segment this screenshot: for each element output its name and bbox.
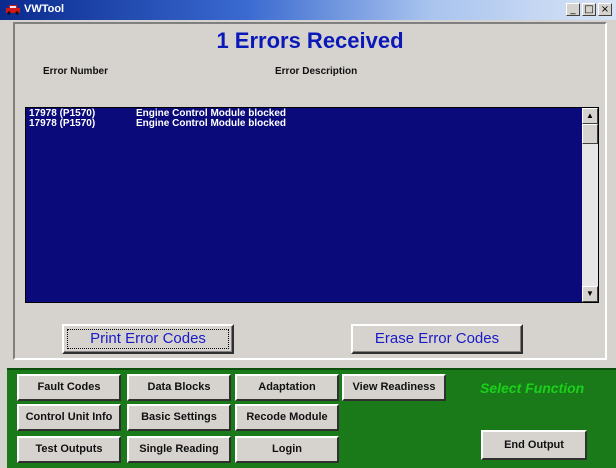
list-item[interactable]: 17978 (P1570) Engine Control Module bloc… xyxy=(29,119,286,129)
error-list[interactable]: 17978 (P1570) Engine Control Module bloc… xyxy=(25,107,599,303)
car-icon xyxy=(6,5,20,15)
title-bar: VWTool _ □ × xyxy=(0,0,616,20)
login-button[interactable]: Login xyxy=(235,436,339,463)
window-title: VWTool xyxy=(24,3,65,15)
error-description: Engine Control Module blocked xyxy=(136,118,286,129)
close-button[interactable]: × xyxy=(598,3,612,16)
select-function-label: Select Function xyxy=(480,380,585,396)
control-unit-info-button[interactable]: Control Unit Info xyxy=(17,404,121,431)
recode-module-button[interactable]: Recode Module xyxy=(235,404,339,431)
scroll-up-icon[interactable]: ▲ xyxy=(582,108,598,124)
print-error-codes-button[interactable]: Print Error Codes xyxy=(62,324,234,354)
view-readiness-button[interactable]: View Readiness xyxy=(342,374,446,401)
scroll-down-icon[interactable]: ▼ xyxy=(582,286,598,302)
end-output-button[interactable]: End Output xyxy=(481,430,587,460)
adaptation-button[interactable]: Adaptation xyxy=(235,374,339,401)
error-number: 17978 (P1570) xyxy=(29,118,96,129)
data-blocks-button[interactable]: Data Blocks xyxy=(127,374,231,401)
scroll-thumb[interactable] xyxy=(582,124,598,144)
errors-heading: 1 Errors Received xyxy=(216,28,404,53)
fault-codes-button[interactable]: Fault Codes xyxy=(17,374,121,401)
restore-button[interactable]: □ xyxy=(582,3,596,16)
test-outputs-button[interactable]: Test Outputs xyxy=(17,436,121,463)
vertical-scrollbar[interactable]: ▲ ▼ xyxy=(582,108,598,302)
erase-error-codes-button[interactable]: Erase Error Codes xyxy=(351,324,523,354)
minimize-button[interactable]: _ xyxy=(566,3,580,16)
function-panel: Fault Codes Data Blocks Adaptation View … xyxy=(7,368,616,468)
error-description-header: Error Description xyxy=(275,66,358,77)
single-reading-button[interactable]: Single Reading xyxy=(127,436,231,463)
error-number-header: Error Number xyxy=(43,66,109,77)
basic-settings-button[interactable]: Basic Settings xyxy=(127,404,231,431)
